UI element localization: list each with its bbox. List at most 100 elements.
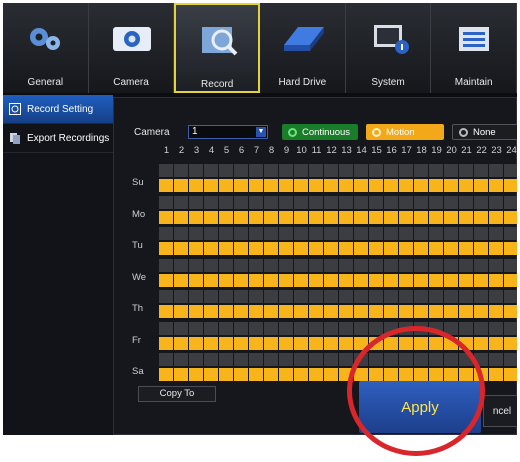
schedule-cell[interactable] — [279, 368, 293, 381]
schedule-cell[interactable] — [414, 368, 428, 381]
schedule-cell[interactable] — [444, 368, 458, 381]
schedule-cell[interactable] — [324, 336, 338, 350]
schedule-cell[interactable] — [294, 336, 308, 350]
schedule-cell[interactable] — [294, 305, 308, 318]
schedule-cell[interactable] — [429, 242, 443, 255]
schedule-cell[interactable] — [354, 368, 368, 381]
schedule-cell[interactable] — [384, 305, 398, 318]
schedule-cell[interactable] — [429, 179, 443, 192]
schedule-cell[interactable] — [489, 305, 503, 318]
schedule-cell[interactable] — [174, 273, 188, 287]
schedule-cell[interactable] — [429, 210, 443, 224]
schedule-cell[interactable] — [399, 210, 413, 224]
schedule-cell[interactable] — [504, 242, 517, 255]
cancel-button[interactable]: ncel — [483, 395, 517, 427]
schedule-cell[interactable] — [294, 179, 308, 192]
schedule-cell[interactable] — [354, 336, 368, 350]
schedule-cell[interactable] — [159, 210, 173, 224]
schedule-cell[interactable] — [384, 273, 398, 287]
schedule-cell[interactable] — [459, 305, 473, 318]
copy-to-button[interactable]: Copy To — [138, 386, 216, 402]
schedule-cell[interactable] — [369, 368, 383, 381]
schedule-cell[interactable] — [369, 210, 383, 224]
schedule-cell[interactable] — [474, 336, 488, 350]
schedule-cell[interactable] — [504, 210, 517, 224]
schedule-cell[interactable] — [384, 336, 398, 350]
schedule-cell[interactable] — [234, 273, 248, 287]
tab-maintain[interactable]: Maintain — [431, 3, 517, 93]
schedule-cell[interactable] — [204, 242, 218, 255]
schedule-cell[interactable] — [474, 305, 488, 318]
schedule-cell[interactable] — [234, 210, 248, 224]
schedule-cell[interactable] — [504, 336, 517, 350]
schedule-cell[interactable] — [339, 336, 353, 350]
schedule-cell[interactable] — [309, 336, 323, 350]
schedule-cell[interactable] — [399, 273, 413, 287]
schedule-cell[interactable] — [264, 179, 278, 192]
schedule-cell[interactable] — [219, 368, 233, 381]
schedule-cell[interactable] — [309, 273, 323, 287]
schedule-cell[interactable] — [354, 179, 368, 192]
schedule-cell[interactable] — [159, 273, 173, 287]
schedule-cell[interactable] — [219, 210, 233, 224]
schedule-cell[interactable] — [219, 305, 233, 318]
schedule-cell[interactable] — [384, 368, 398, 381]
schedule-cell[interactable] — [219, 273, 233, 287]
schedule-cell[interactable] — [339, 242, 353, 255]
schedule-cell[interactable] — [204, 179, 218, 192]
schedule-cell[interactable] — [174, 336, 188, 350]
schedule-cell[interactable] — [294, 242, 308, 255]
schedule-cell[interactable] — [189, 305, 203, 318]
schedule-cell[interactable] — [444, 305, 458, 318]
schedule-cell[interactable] — [384, 210, 398, 224]
schedule-cell[interactable] — [234, 368, 248, 381]
schedule-cell[interactable] — [324, 242, 338, 255]
schedule-cell[interactable] — [399, 305, 413, 318]
schedule-cell[interactable] — [279, 336, 293, 350]
schedule-cell[interactable] — [264, 336, 278, 350]
schedule-cell[interactable] — [459, 179, 473, 192]
schedule-cell[interactable] — [459, 210, 473, 224]
tab-general[interactable]: General — [3, 3, 89, 93]
schedule-cell[interactable] — [159, 336, 173, 350]
schedule-cell[interactable] — [414, 273, 428, 287]
schedule-cell[interactable] — [354, 273, 368, 287]
schedule-cell[interactable] — [474, 273, 488, 287]
schedule-cell[interactable] — [444, 210, 458, 224]
schedule-cell[interactable] — [324, 210, 338, 224]
schedule-cell[interactable] — [279, 210, 293, 224]
schedule-cell[interactable] — [399, 179, 413, 192]
tab-camera[interactable]: Camera — [89, 3, 175, 93]
schedule-cell[interactable] — [159, 368, 173, 381]
schedule-cell[interactable] — [489, 179, 503, 192]
schedule-cell[interactable] — [294, 273, 308, 287]
schedule-cell[interactable] — [354, 242, 368, 255]
schedule-cell[interactable] — [414, 179, 428, 192]
schedule-cell[interactable] — [294, 210, 308, 224]
schedule-cell[interactable] — [414, 210, 428, 224]
schedule-cell[interactable] — [339, 273, 353, 287]
schedule-cell[interactable] — [369, 336, 383, 350]
schedule-cell[interactable] — [279, 242, 293, 255]
schedule-cell[interactable] — [249, 368, 263, 381]
schedule-cell[interactable] — [504, 305, 517, 318]
schedule-cell[interactable] — [309, 305, 323, 318]
schedule-cell[interactable] — [444, 273, 458, 287]
schedule-cell[interactable] — [174, 242, 188, 255]
tab-system[interactable]: System — [346, 3, 432, 93]
schedule-cell[interactable] — [504, 368, 517, 381]
schedule-cell[interactable] — [384, 179, 398, 192]
schedule-cell[interactable] — [474, 242, 488, 255]
schedule-cell[interactable] — [189, 368, 203, 381]
sidebar-item-record-setting[interactable]: Record Setting — [3, 95, 113, 124]
schedule-cell[interactable] — [339, 179, 353, 192]
schedule-cell[interactable] — [354, 210, 368, 224]
schedule-cell[interactable] — [159, 242, 173, 255]
schedule-cell[interactable] — [489, 273, 503, 287]
schedule-cell[interactable] — [429, 368, 443, 381]
schedule-cell[interactable] — [399, 368, 413, 381]
schedule-cell[interactable] — [219, 179, 233, 192]
schedule-cell[interactable] — [234, 336, 248, 350]
schedule-cell[interactable] — [309, 368, 323, 381]
schedule-cell[interactable] — [234, 242, 248, 255]
